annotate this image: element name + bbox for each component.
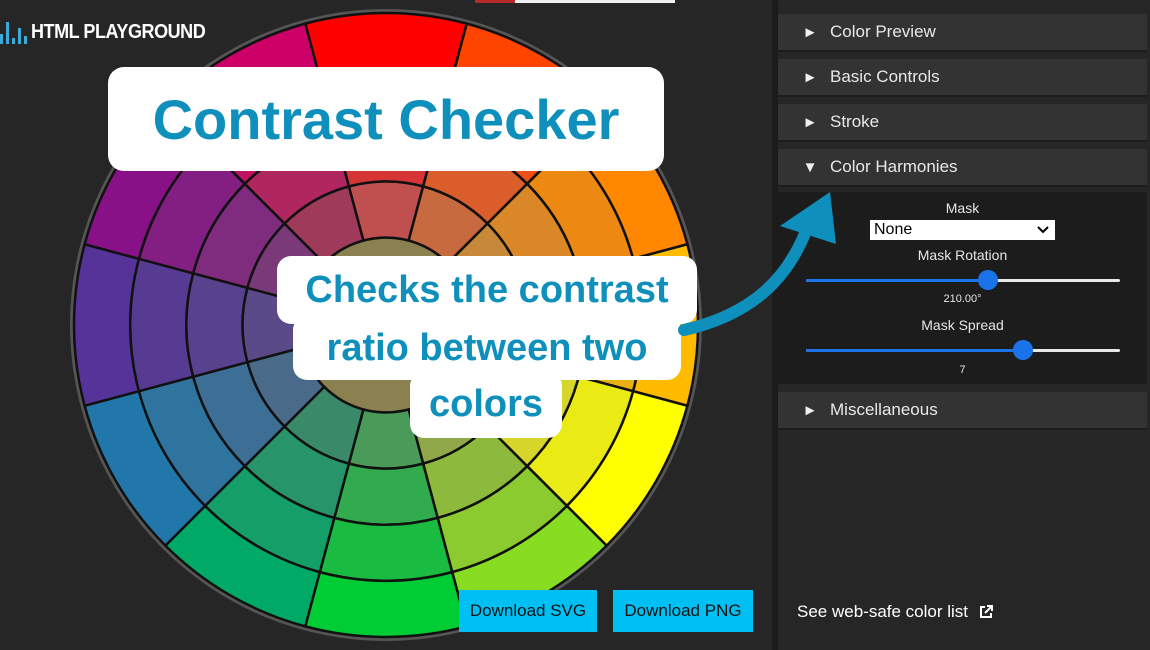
external-link-icon	[980, 605, 994, 618]
section-label: Stroke	[830, 112, 880, 131]
wheel-cell	[128, 257, 195, 393]
wheel-cell	[303, 570, 469, 639]
control-panel: ► Color Preview ► Basic Controls ► Strok…	[778, 0, 1150, 650]
section-color-harmonies[interactable]: ▼ Color Harmonies	[778, 149, 1147, 187]
logo: HTML PLAYGROUND	[0, 18, 225, 46]
section-basic-controls[interactable]: ► Basic Controls	[778, 59, 1147, 97]
section-label: Miscellaneous	[830, 400, 938, 419]
logo-bars-icon	[0, 20, 27, 44]
section-label: Color Harmonies	[830, 157, 958, 176]
expand-arrow-icon: ►	[802, 113, 818, 131]
download-svg-button[interactable]: Download SVG	[459, 590, 597, 632]
wheel-cell	[72, 242, 141, 408]
slider-thumb[interactable]	[978, 270, 999, 290]
expand-arrow-icon: ►	[802, 23, 818, 41]
mask-spread-slider[interactable]	[806, 340, 1120, 360]
wheel-cell	[332, 462, 440, 526]
download-png-button[interactable]: Download PNG	[613, 590, 753, 632]
collapse-arrow-icon: ▼	[802, 158, 818, 176]
mask-rotation-slider[interactable]	[806, 270, 1120, 290]
section-color-preview[interactable]: ► Color Preview	[778, 14, 1147, 52]
mask-rotation-label: Mask Rotation	[917, 247, 1008, 263]
slider-thumb[interactable]	[1012, 340, 1033, 360]
section-label: Basic Controls	[830, 67, 940, 86]
section-stroke[interactable]: ► Stroke	[778, 104, 1147, 142]
mask-rotation-value: 210.00°	[943, 293, 982, 305]
mask-spread-value: 7	[959, 364, 966, 376]
callout-line-1: Checks the contrast	[277, 256, 697, 324]
callout-line-3: colors	[410, 372, 562, 438]
slider-fill	[806, 349, 1023, 352]
slider-fill	[806, 279, 989, 282]
wheel-cell	[318, 516, 454, 583]
mask-spread-label: Mask Spread	[921, 317, 1004, 333]
section-miscellaneous[interactable]: ► Miscellaneous	[778, 392, 1147, 430]
chevron-down-icon	[1037, 226, 1049, 234]
mask-label: Mask	[945, 200, 980, 216]
expand-arrow-icon: ►	[802, 68, 818, 86]
wheel-cell	[185, 271, 249, 379]
wheel-canvas-area: HTML PLAYGROUND Contrast Checker Checks …	[0, 0, 772, 650]
mask-select-value: None	[874, 221, 913, 238]
banner-title-box: Contrast Checker	[108, 67, 664, 171]
banner-title: Contrast Checker	[152, 87, 620, 151]
mask-select[interactable]: None	[870, 220, 1055, 240]
callout-line-2: ratio between two	[293, 316, 681, 380]
websafe-color-link[interactable]: See web-safe color list	[797, 602, 994, 622]
expand-arrow-icon: ►	[802, 401, 818, 419]
logo-text: HTML PLAYGROUND	[31, 20, 206, 43]
section-label: Color Preview	[830, 22, 936, 41]
websafe-link-label: See web-safe color list	[797, 602, 969, 621]
